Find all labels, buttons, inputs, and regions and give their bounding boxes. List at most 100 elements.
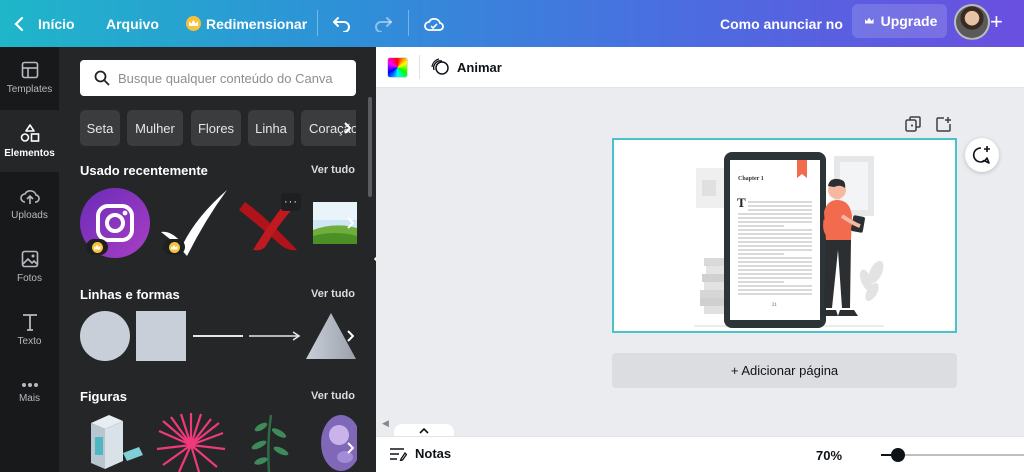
panel-scrollbar[interactable]: [368, 97, 372, 197]
animate-label: Animar: [457, 59, 502, 75]
comment-plus-icon: [972, 146, 990, 164]
add-page-icon-button[interactable]: [933, 113, 955, 135]
recent-next-button[interactable]: [343, 208, 357, 238]
book-page-number: 21: [772, 303, 777, 308]
rail-label: Fotos: [16, 273, 42, 284]
notes-label: Notas: [415, 446, 452, 461]
design-page[interactable]: Chapter 1 T 21: [612, 138, 957, 333]
upgrade-button[interactable]: Upgrade: [852, 4, 947, 38]
reading-illustration: [694, 152, 884, 328]
figure-isometric-letter[interactable]: [83, 413, 145, 472]
duplicate-page-button[interactable]: [902, 113, 924, 135]
chevron-right-icon: [347, 217, 354, 229]
undo-button[interactable]: [332, 0, 352, 47]
chip-linha[interactable]: Linha: [248, 110, 294, 146]
chip-seta[interactable]: Seta: [80, 110, 120, 146]
zoom-slider-knob[interactable]: [891, 448, 905, 462]
chips-next-button[interactable]: [338, 110, 356, 146]
see-all-figures[interactable]: Ver tudo: [311, 390, 355, 402]
avatar[interactable]: [954, 4, 990, 40]
figure-pink-burst[interactable]: [155, 413, 227, 472]
rail-item-photos[interactable]: Fotos: [0, 236, 59, 298]
see-all-lines-shapes[interactable]: Ver tudo: [311, 288, 355, 300]
rail-label: Texto: [17, 336, 42, 347]
toolbar-divider: [317, 10, 318, 36]
rail-item-more[interactable]: Mais: [0, 362, 59, 424]
color-picker-button[interactable]: [387, 57, 408, 78]
search-box[interactable]: [80, 60, 356, 96]
rail-label: Mais: [18, 393, 41, 404]
chip-mulher[interactable]: Mulher: [127, 110, 183, 146]
book-chapter-title: Chapter 1: [738, 176, 764, 182]
redo-button[interactable]: [373, 0, 393, 47]
chevron-right-icon: [347, 442, 354, 454]
toolbar-divider: [419, 55, 420, 79]
search-input[interactable]: [118, 70, 348, 86]
zoom-slider[interactable]: [881, 448, 1024, 462]
crown-icon: [186, 16, 201, 31]
rail-item-text[interactable]: Texto: [0, 299, 59, 361]
rail-item-uploads[interactable]: Uploads: [0, 173, 59, 235]
chevron-up-icon: [419, 428, 429, 434]
text-icon: [22, 314, 37, 331]
shape-circle[interactable]: [80, 311, 130, 361]
upload-cloud-icon: [19, 190, 40, 204]
burst-icon: [156, 413, 226, 472]
cloud-check-icon: [424, 17, 444, 31]
rail-label: Templates: [6, 84, 53, 95]
chip-flores[interactable]: Flores: [191, 110, 241, 146]
resize-button[interactable]: Redimensionar: [186, 0, 307, 47]
file-menu-label: Arquivo: [106, 15, 159, 32]
shape-arrow-line[interactable]: [249, 327, 301, 345]
zoom-level[interactable]: 70%: [816, 448, 842, 463]
book-drop-letter: T: [737, 195, 746, 210]
canvas-area: Chapter 1 T 21 + Adicionar página ◀: [376, 88, 1024, 428]
animate-button[interactable]: Animar: [430, 53, 502, 81]
bottom-bar: Notas 70%: [376, 436, 1024, 472]
section-title-figures: Figuras: [80, 389, 127, 404]
templates-icon: [21, 61, 38, 79]
elements-panel: Seta Mulher Flores Linha Coração Usado r…: [59, 47, 376, 472]
crown-icon: [91, 241, 103, 253]
chip-row: Seta Mulher Flores Linha Coração: [80, 110, 356, 146]
left-rail: Templates Elementos Uploads Fotos Texto …: [0, 47, 59, 472]
rail-label: Elementos: [4, 148, 55, 159]
add-page-button[interactable]: + Adicionar página: [612, 353, 957, 388]
toolbar-divider: [408, 10, 409, 36]
arrow-right-icon: [249, 331, 301, 341]
home-button[interactable]: Início: [14, 0, 75, 47]
figure-green-plant[interactable]: [239, 413, 299, 472]
see-all-recent[interactable]: Ver tudo: [311, 164, 355, 176]
animate-icon: [431, 58, 449, 75]
premium-badge: [86, 239, 108, 255]
more-dots-icon: [21, 383, 38, 387]
resize-label: Redimensionar: [206, 15, 308, 32]
cloud-save-button[interactable]: [424, 0, 444, 47]
section-title-lines-shapes: Linhas e formas: [80, 287, 180, 302]
more-options-button[interactable]: ···: [281, 193, 301, 211]
premium-badge: [163, 239, 185, 255]
shapes-next-button[interactable]: [343, 321, 357, 351]
promo-link[interactable]: Como anunciar no: [720, 0, 843, 47]
isometric-block-illustration: [91, 415, 143, 469]
add-comment-button[interactable]: [965, 138, 999, 172]
notes-button[interactable]: Notas: [389, 446, 451, 461]
notes-icon: [390, 447, 407, 461]
rail-item-elements[interactable]: Elementos: [0, 110, 59, 172]
promo-link-label: Como anunciar no: [720, 15, 843, 32]
home-label: Início: [38, 15, 75, 32]
chevron-right-icon: [344, 122, 351, 134]
shape-square[interactable]: [136, 311, 186, 361]
upgrade-label: Upgrade: [880, 13, 938, 29]
rail-item-templates[interactable]: Templates: [0, 47, 59, 109]
scroll-left-arrow[interactable]: ◀: [382, 418, 389, 429]
editor-toolbar: Animar: [376, 47, 1024, 88]
chevron-right-icon: [347, 330, 354, 342]
plus-icon[interactable]: +: [990, 9, 1003, 35]
file-menu-button[interactable]: Arquivo: [106, 0, 159, 47]
rail-label: Uploads: [11, 210, 48, 221]
shape-line[interactable]: [193, 335, 243, 337]
crown-icon: [168, 241, 180, 253]
section-title-recent: Usado recentemente: [80, 163, 208, 178]
figures-next-button[interactable]: [343, 433, 357, 463]
